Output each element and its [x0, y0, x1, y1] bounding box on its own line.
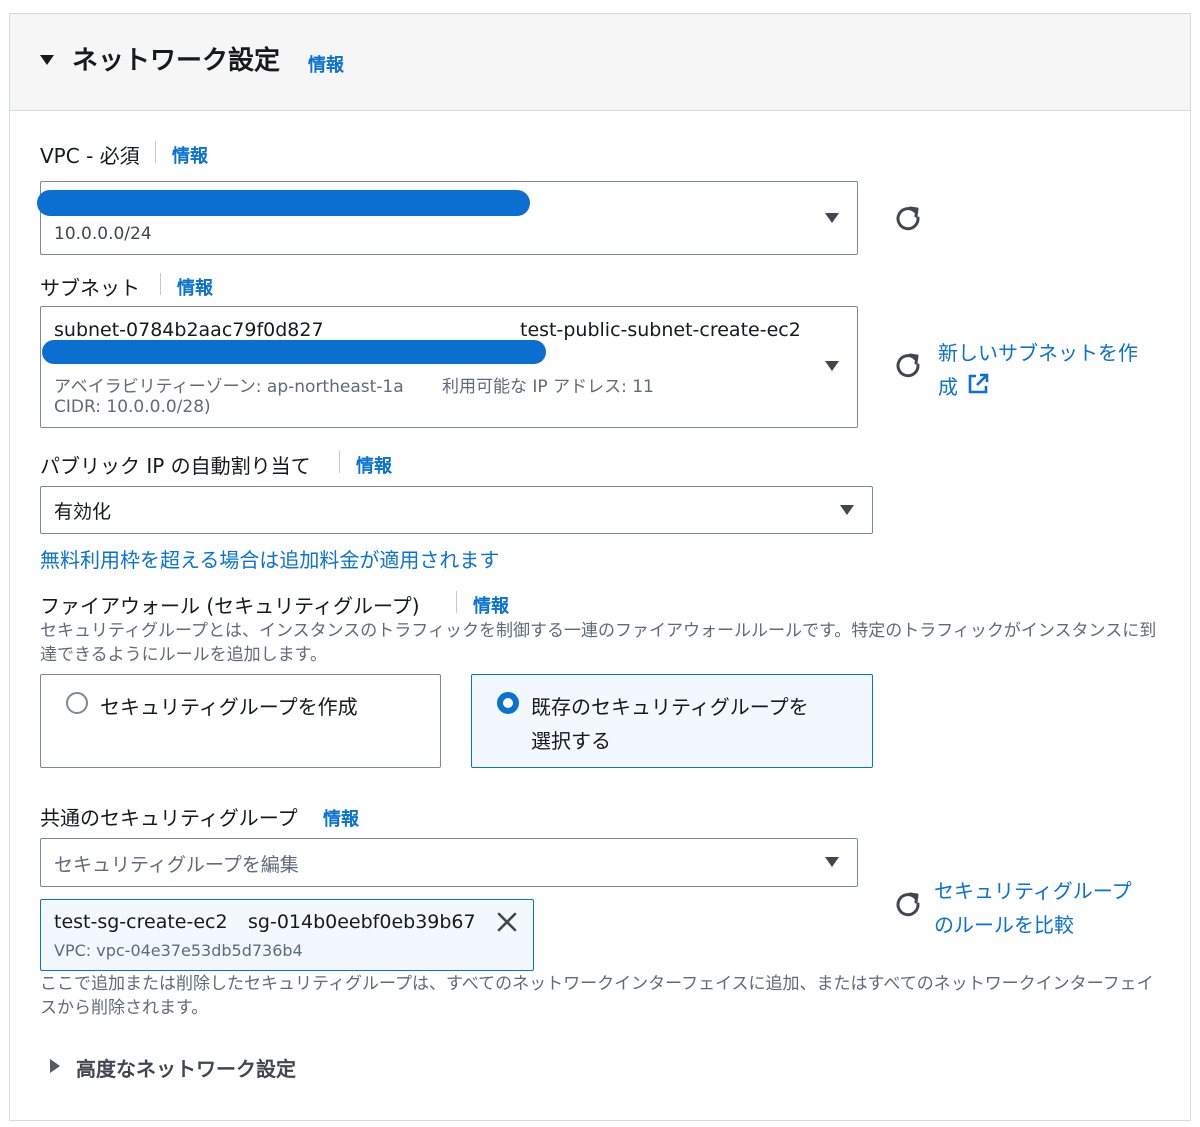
public-ip-select[interactable] — [40, 486, 873, 534]
close-icon[interactable] — [496, 911, 518, 933]
compare-sg-rules-link-cont[interactable]: のルールを比較 — [934, 909, 1074, 938]
subnet-info-link[interactable]: 情報 — [177, 274, 213, 300]
chevron-down-icon — [840, 505, 854, 515]
chevron-down-icon — [825, 857, 839, 867]
sg-token-name: test-sg-create-ec2 — [54, 911, 228, 933]
sg-token-vpc: VPC: vpc-04e37e53db5d736b4 — [54, 941, 303, 960]
section-title: ネットワーク設定 — [72, 46, 281, 76]
create-sg-tile[interactable] — [40, 674, 441, 768]
firewall-description: セキュリティグループとは、インスタンスのトラフィックを制御する一連のファイアウォ… — [40, 621, 1157, 665]
sg-multiselect-placeholder: セキュリティグループを編集 — [54, 854, 299, 876]
existing-sg-option-label: 既存のセキュリティグループを — [531, 695, 809, 719]
chevron-down-icon — [825, 213, 839, 223]
vpc-cidr: 10.0.0.0/24 — [54, 224, 152, 244]
external-link-icon[interactable] — [966, 372, 990, 396]
advanced-network-settings-toggle[interactable]: 高度なネットワーク設定 — [76, 1053, 296, 1082]
common-sg-info-link[interactable]: 情報 — [323, 805, 359, 831]
firewall-label: ファイアウォール (セキュリティグループ) — [40, 594, 420, 618]
subnet-id: subnet-0784b2aac79f0d827 — [54, 319, 324, 341]
firewall-info-link[interactable]: 情報 — [473, 592, 509, 618]
chevron-down-icon — [825, 361, 839, 371]
public-ip-label: パブリック IP の自動割り当て — [40, 454, 311, 478]
subnet-az: アベイラビリティーゾーン: ap-northeast-1a — [54, 377, 404, 397]
refresh-icon[interactable] — [893, 203, 923, 233]
divider — [155, 141, 156, 163]
existing-sg-option-label-cont: 選択する — [531, 729, 611, 753]
create-sg-radio[interactable] — [66, 692, 88, 714]
subnet-name: test-public-subnet-create-ec2 — [520, 319, 801, 341]
collapse-caret-icon[interactable] — [40, 55, 54, 65]
free-tier-warning: 無料利用枠を超える場合は追加料金が適用されます — [40, 548, 500, 572]
create-subnet-link[interactable]: 新しいサブネットを作 — [938, 337, 1138, 366]
divider — [456, 591, 457, 613]
create-sg-option-label: セキュリティグループを作成 — [100, 695, 358, 719]
common-sg-label: 共通のセキュリティグループ — [40, 806, 298, 830]
sg-token-id: sg-014b0eebf0eb39b67 — [248, 911, 476, 933]
expand-caret-icon[interactable] — [50, 1059, 60, 1073]
public-ip-value: 有効化 — [54, 501, 112, 523]
header-info-link[interactable]: 情報 — [308, 51, 344, 77]
subnet-label: サブネット — [40, 276, 140, 300]
refresh-icon[interactable] — [893, 350, 923, 380]
public-ip-info-link[interactable]: 情報 — [356, 452, 392, 478]
redaction-mark — [42, 340, 546, 364]
redaction-mark — [37, 190, 530, 216]
vpc-label: VPC - 必須 — [40, 144, 140, 168]
divider — [339, 451, 340, 473]
vpc-info-link[interactable]: 情報 — [172, 142, 208, 168]
sg-change-note: ここで追加または削除したセキュリティグループは、すべてのネットワークインターフェ… — [40, 974, 1154, 1018]
refresh-icon[interactable] — [893, 889, 923, 919]
create-subnet-link-cont[interactable]: 成 — [938, 371, 958, 400]
divider — [160, 273, 161, 295]
subnet-cidr: CIDR: 10.0.0.0/28) — [54, 397, 211, 417]
subnet-available-ips: 利用可能な IP アドレス: 11 — [442, 377, 654, 397]
compare-sg-rules-link[interactable]: セキュリティグループ — [934, 875, 1132, 904]
existing-sg-radio[interactable] — [497, 692, 519, 714]
sg-token — [40, 899, 534, 971]
